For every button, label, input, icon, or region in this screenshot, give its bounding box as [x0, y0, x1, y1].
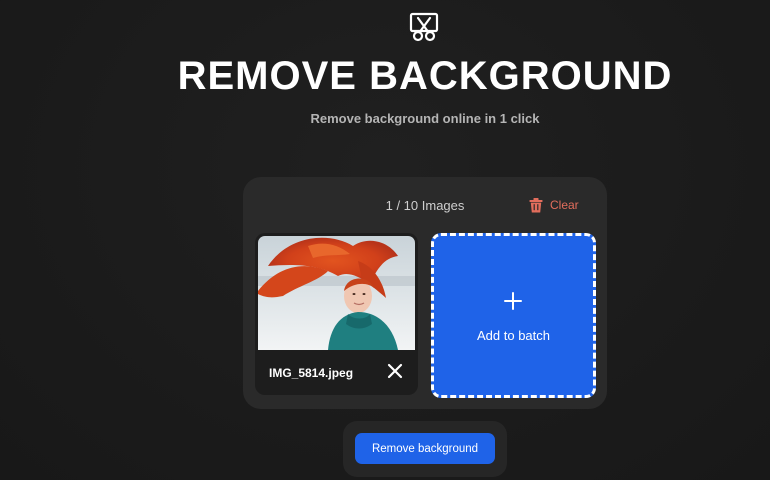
photo-thumbnail[interactable]	[258, 236, 415, 350]
clear-label: Clear	[550, 198, 579, 212]
batch-panel: 1 / 10 Images Clear IMG_5814.jpeg Add to…	[243, 177, 607, 409]
action-bar: Remove background	[343, 421, 507, 477]
add-to-batch-button[interactable]: Add to batch	[431, 233, 596, 398]
page-subtitle: Remove background online in 1 click	[310, 111, 540, 126]
file-name: IMG_5814.jpeg	[269, 366, 354, 380]
page: REMOVE BACKGROUND Remove background onli…	[0, 0, 770, 480]
scissors-logo-icon	[409, 12, 439, 42]
trash-icon	[529, 197, 543, 212]
file-card: IMG_5814.jpeg	[255, 233, 418, 395]
remove-background-button[interactable]: Remove background	[355, 433, 495, 464]
clear-button[interactable]: Clear	[529, 195, 579, 215]
page-title: REMOVE BACKGROUND	[177, 54, 673, 98]
plus-icon	[504, 292, 522, 310]
add-to-batch-label: Add to batch	[477, 328, 550, 343]
close-icon[interactable]	[385, 361, 405, 381]
